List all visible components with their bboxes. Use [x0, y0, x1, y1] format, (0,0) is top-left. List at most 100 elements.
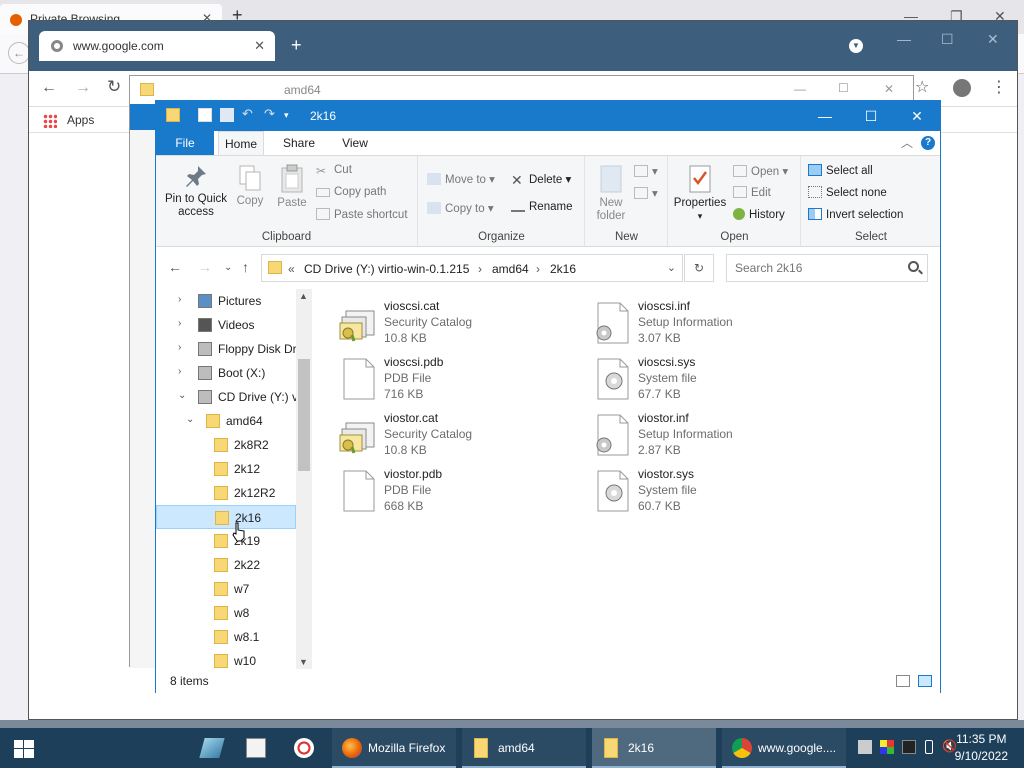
taskbar-pinned-app-2[interactable]: [240, 728, 272, 768]
nav-item-floppy[interactable]: › Floppy Disk Dri: [156, 337, 296, 361]
amd64-maximize-icon[interactable]: ☐: [838, 81, 849, 95]
start-button[interactable]: [0, 728, 48, 768]
collapse-chevron-icon[interactable]: ⌄: [186, 414, 194, 425]
qat-redo-icon[interactable]: ↷: [264, 106, 278, 121]
chrome-profile-icon[interactable]: [953, 79, 971, 97]
chrome-tab-search-icon[interactable]: ▼: [849, 39, 863, 53]
breadcrumb-amd64[interactable]: amd64: [492, 262, 529, 276]
edit-button[interactable]: Edit: [733, 186, 771, 199]
tab-file[interactable]: File: [156, 131, 214, 155]
chrome-menu-icon[interactable]: ⋮: [991, 77, 1007, 97]
apps-grid-icon[interactable]: [43, 114, 57, 128]
taskbar-clock[interactable]: 11:35 PM 9/10/2022: [955, 731, 1008, 765]
properties-button[interactable]: Properties ▾: [671, 164, 729, 223]
search-input[interactable]: [727, 255, 905, 281]
tab-share[interactable]: Share: [276, 131, 322, 155]
taskbar-pinned-app-3[interactable]: [288, 728, 320, 768]
nav-item-w8[interactable]: w8: [156, 601, 296, 625]
collapse-chevron-icon[interactable]: ⌄: [178, 390, 186, 401]
chrome-forward-icon[interactable]: →: [75, 79, 91, 97]
explorer-minimize-button[interactable]: —: [802, 105, 848, 127]
copy-to-button[interactable]: Copy to ▾: [427, 201, 494, 215]
nav-item-2k19[interactable]: 2k19: [156, 529, 296, 553]
nav-item-videos[interactable]: › Videos: [156, 313, 296, 337]
easy-access-button[interactable]: ▾: [634, 186, 658, 200]
file-item[interactable]: vioscsi.sys System file 67.7 KB: [592, 353, 832, 407]
taskbar-2k16[interactable]: 2k16: [592, 728, 716, 768]
expand-chevron-icon[interactable]: ›: [178, 342, 181, 353]
paste-shortcut-button[interactable]: Paste shortcut: [316, 208, 408, 221]
search-icon[interactable]: [908, 261, 919, 272]
chrome-close-icon[interactable]: ✕: [987, 31, 999, 48]
tray-network-drive-icon[interactable]: [858, 740, 872, 754]
file-item[interactable]: vioscsi.inf Setup Information 3.07 KB: [592, 297, 832, 351]
select-none-button[interactable]: Select none: [808, 186, 887, 199]
nav-item-2k16[interactable]: 2k16: [156, 505, 296, 529]
chrome-maximize-icon[interactable]: ☐: [941, 31, 954, 48]
select-all-button[interactable]: Select all: [808, 164, 873, 177]
details-view-icon[interactable]: [896, 675, 910, 687]
tray-display-icon[interactable]: [902, 740, 916, 754]
delete-button[interactable]: ✕ Delete ▾: [511, 172, 571, 188]
chrome-bookmark-star-icon[interactable]: ☆: [915, 77, 929, 97]
nav-item-boot[interactable]: › Boot (X:): [156, 361, 296, 385]
address-bar[interactable]: « CD Drive (Y:) virtio-win-0.1.215 › amd…: [261, 254, 683, 282]
copy-button[interactable]: Copy: [234, 164, 266, 208]
file-item[interactable]: viostor.cat Security Catalog 10.8 KB: [338, 409, 578, 463]
nav-item-2k12[interactable]: 2k12: [156, 457, 296, 481]
refresh-button[interactable]: ↻: [684, 254, 714, 282]
chrome-tab[interactable]: www.google.com ✕: [39, 31, 275, 61]
apps-link[interactable]: Apps: [67, 113, 94, 127]
amd64-close-icon[interactable]: ✕: [884, 82, 894, 96]
nav-item-w7[interactable]: w7: [156, 577, 296, 601]
qat-new-folder-icon[interactable]: [220, 108, 234, 122]
scroll-up-icon[interactable]: ▲: [299, 291, 308, 301]
address-dropdown-icon[interactable]: ⌄: [667, 261, 676, 274]
explorer-maximize-button[interactable]: ☐: [848, 105, 894, 127]
file-item[interactable]: viostor.sys System file 60.7 KB: [592, 465, 832, 519]
taskbar-chrome[interactable]: www.google....: [722, 728, 846, 768]
breadcrumb-2k16[interactable]: 2k16: [550, 262, 576, 276]
scroll-thumb[interactable]: [298, 359, 310, 471]
rename-button[interactable]: Rename: [511, 201, 572, 213]
up-icon[interactable]: ↑: [242, 259, 249, 275]
search-box[interactable]: [726, 254, 928, 282]
help-icon[interactable]: ?: [921, 136, 935, 150]
amd64-minimize-icon[interactable]: —: [794, 82, 806, 96]
qat-undo-icon[interactable]: ↶: [242, 106, 256, 121]
copy-path-button[interactable]: Copy path: [316, 186, 386, 198]
back-icon[interactable]: ←: [168, 259, 182, 275]
large-icons-view-icon[interactable]: [918, 675, 932, 687]
invert-selection-button[interactable]: Invert selection: [808, 208, 903, 221]
cut-button[interactable]: ✂ Cut: [316, 164, 352, 178]
ribbon-collapse-icon[interactable]: ︿: [901, 134, 913, 151]
explorer-close-button[interactable]: ✕: [894, 105, 940, 127]
chrome-minimize-icon[interactable]: —: [897, 31, 911, 47]
nav-item-2k22[interactable]: 2k22: [156, 553, 296, 577]
nav-item-w8-1[interactable]: w8.1: [156, 625, 296, 649]
expand-chevron-icon[interactable]: ›: [178, 366, 181, 377]
taskbar-firefox[interactable]: Mozilla Firefox: [332, 728, 456, 768]
new-folder-button[interactable]: New folder: [590, 164, 632, 223]
tab-view[interactable]: View: [332, 131, 378, 155]
move-to-button[interactable]: Move to ▾: [427, 172, 495, 186]
file-item[interactable]: viostor.pdb PDB File 668 KB: [338, 465, 578, 519]
file-item[interactable]: vioscsi.cat Security Catalog 10.8 KB: [338, 297, 578, 351]
scroll-down-icon[interactable]: ▼: [299, 657, 308, 667]
tray-usb-icon[interactable]: [925, 740, 933, 754]
nav-item-2k8r2[interactable]: 2k8R2: [156, 433, 296, 457]
nav-scrollbar[interactable]: ▲ ▼: [296, 289, 312, 669]
nav-item-cd-drive[interactable]: ⌄ CD Drive (Y:) vi: [156, 385, 296, 409]
chrome-back-icon[interactable]: ←: [41, 79, 57, 97]
chrome-tab-close-icon[interactable]: ✕: [254, 38, 265, 54]
qat-properties-icon[interactable]: [198, 108, 212, 122]
tab-home[interactable]: Home: [218, 131, 264, 155]
file-item[interactable]: vioscsi.pdb PDB File 716 KB: [338, 353, 578, 407]
expand-chevron-icon[interactable]: ›: [178, 294, 181, 305]
new-item-button[interactable]: ▾: [634, 164, 658, 178]
chrome-new-tab-button[interactable]: +: [291, 35, 302, 56]
open-button[interactable]: Open ▾: [733, 164, 788, 178]
taskbar-pinned-app-1[interactable]: [196, 728, 228, 768]
pin-quick-access-button[interactable]: Pin to Quick access: [162, 164, 230, 219]
forward-icon[interactable]: →: [198, 259, 212, 275]
